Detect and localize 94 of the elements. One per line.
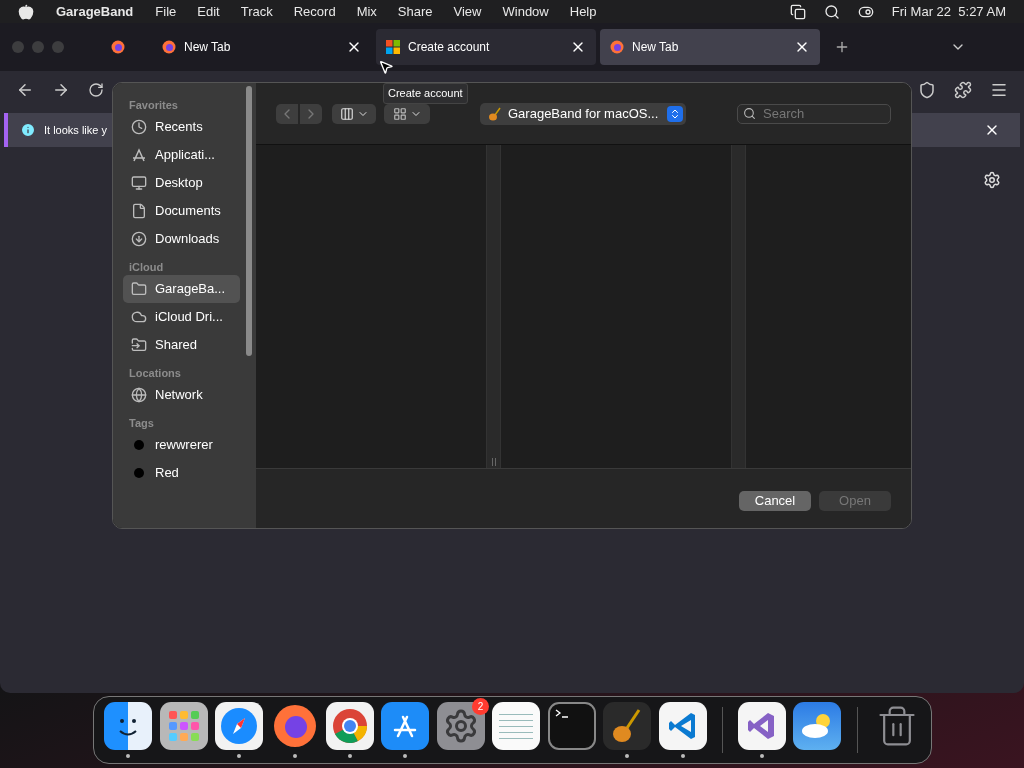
menu-item[interactable]: Record	[293, 1, 336, 22]
launchpad-icon[interactable]	[159, 702, 208, 750]
sidebar-label: rewwrerer	[155, 436, 213, 455]
menu-item[interactable]: Window	[502, 1, 549, 22]
search-icon	[743, 106, 756, 120]
firefox-icon	[111, 40, 125, 54]
globe-icon	[131, 387, 147, 403]
sidebar-label: iCloud Dri...	[155, 308, 223, 327]
sidebar-label: GarageBa...	[155, 280, 226, 299]
app-store-icon[interactable]	[381, 702, 430, 750]
notification-badge: 2	[472, 698, 490, 715]
notification-text: It looks like y	[44, 122, 107, 138]
sidebar-label: Applicati...	[155, 146, 215, 165]
tab-title: New Tab	[632, 39, 679, 56]
browser-tab[interactable]: Create account	[376, 29, 596, 65]
sidebar-heading: iCloud	[128, 260, 165, 275]
browser-tab[interactable]: New Tab	[152, 29, 372, 65]
clock-icon	[131, 119, 147, 135]
resize-handle-icon[interactable]	[491, 458, 496, 466]
menu-item[interactable]: Edit	[197, 1, 220, 22]
sidebar-item[interactable]: Documents	[123, 197, 240, 225]
sidebar-item[interactable]: rewwrerer	[123, 431, 240, 459]
back-icon[interactable]	[16, 81, 34, 99]
extensions-icon[interactable]	[954, 81, 972, 99]
stepper-icon	[667, 105, 683, 122]
sidebar-label: Recents	[155, 118, 203, 137]
monitor-icon	[131, 175, 147, 191]
new-tab-icon[interactable]	[834, 39, 850, 55]
grid-icon	[392, 106, 407, 121]
view-mode-button[interactable]	[332, 103, 376, 124]
clock[interactable]: Fri Mar 22 5:27 AM	[891, 1, 1006, 22]
code-editor-icon[interactable]	[658, 702, 707, 750]
letter-a-icon	[131, 147, 147, 163]
sidebar-item[interactable]: Recents	[123, 113, 240, 141]
app-menu[interactable]: GarageBand	[56, 1, 134, 22]
shared-folder-icon	[131, 337, 147, 353]
gear-icon[interactable]	[436, 702, 485, 750]
sidebar-label: Downloads	[155, 230, 220, 249]
search-field[interactable]: Search	[737, 103, 891, 124]
guitar-icon	[488, 106, 502, 121]
sidebar-label: Desktop	[155, 174, 203, 193]
sidebar-label: Red	[155, 464, 179, 483]
forward-icon[interactable]	[52, 81, 70, 99]
tab-title: New Tab	[184, 39, 231, 56]
sidebar-item[interactable]: Shared	[123, 331, 240, 359]
firefox-icon	[610, 40, 624, 54]
terminal-icon[interactable]	[547, 702, 596, 750]
sidebar-label: Documents	[155, 202, 221, 221]
apple-logo-icon[interactable]	[18, 3, 34, 20]
sidebar-label: Network	[155, 386, 203, 405]
windows-logo-icon	[386, 40, 400, 54]
sidebar-item[interactable]: Network	[123, 381, 240, 409]
sidebar-item[interactable]: Downloads	[123, 225, 240, 253]
menu-item[interactable]: Share	[397, 1, 433, 22]
chrome-icon[interactable]	[325, 702, 374, 750]
weather-icon[interactable]	[793, 702, 842, 750]
guitar-icon[interactable]	[603, 702, 652, 750]
sidebar-label: Shared	[155, 336, 197, 355]
windows-icon[interactable]	[789, 3, 806, 20]
document-icon	[131, 203, 147, 219]
sidebar-item[interactable]: Applicati...	[123, 141, 240, 169]
folder-icon	[131, 281, 147, 297]
menu-item[interactable]: Help	[569, 1, 597, 22]
cursor-icon	[378, 58, 394, 76]
sidebar-item[interactable]: Desktop	[123, 169, 240, 197]
menu-icon[interactable]	[990, 81, 1008, 99]
notepad-icon[interactable]	[492, 702, 541, 750]
browser-tab[interactable]: New Tab	[600, 29, 820, 65]
info-icon	[20, 122, 36, 138]
firefox-icon	[162, 40, 176, 54]
sidebar-heading: Tags	[128, 416, 155, 431]
reload-icon[interactable]	[88, 82, 104, 98]
menu-item[interactable]: Mix	[356, 1, 377, 22]
sidebar-item[interactable]: GarageBa...	[123, 275, 240, 303]
location-dropdown[interactable]: GarageBand for macOS...	[480, 102, 686, 125]
settings-icon[interactable]	[983, 171, 1001, 189]
sidebar-heading: Locations	[128, 366, 182, 381]
tooltip: Create account	[383, 83, 468, 104]
menu-item[interactable]: File	[155, 1, 177, 22]
menu-item[interactable]: View	[453, 1, 482, 22]
finder-icon[interactable]	[104, 702, 153, 750]
columns-icon	[339, 106, 354, 121]
dialog-button[interactable]: Cancel	[739, 491, 811, 511]
menu-item[interactable]: Track	[240, 1, 273, 22]
sidebar-item[interactable]: Red	[123, 459, 240, 487]
sidebar-heading: Favorites	[128, 98, 179, 113]
search-icon[interactable]	[823, 3, 840, 20]
tab-title: Create account	[408, 39, 490, 56]
download-icon	[131, 231, 147, 247]
cloud-icon	[131, 309, 147, 325]
visual-studio-icon[interactable]	[738, 702, 786, 750]
grouping-button[interactable]	[384, 103, 430, 124]
compass-icon[interactable]	[215, 702, 264, 750]
sidebar-item[interactable]: iCloud Dri...	[123, 303, 240, 331]
